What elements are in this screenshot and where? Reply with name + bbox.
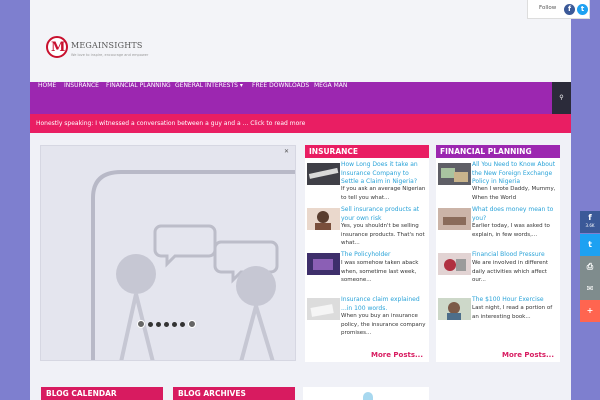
blog-archives-heading: BLOG ARCHIVES [173,387,295,400]
financial-planning-widget: FINANCIAL PLANNING All You Need to Know … [436,145,560,362]
cloud-icon [363,392,373,400]
slider-dot[interactable] [172,321,177,327]
nav-item-label: GENERAL INTERESTS [175,82,238,89]
slider-dot[interactable] [148,321,153,327]
logo-tagline: We love to inspire, encourage and empowe… [71,53,149,57]
post-title[interactable]: What does money mean to you? [472,206,558,223]
post-excerpt: When I wrote Daddy, Mummy, When the Worl… [472,186,556,201]
nav-item-free-downloads[interactable]: FREE DOWNLOADS [252,82,309,114]
post-title[interactable]: Sell insurance products at your own risk [341,206,427,223]
nav-item-financial-planning[interactable]: FINANCIAL PLANNING [106,82,171,114]
post-excerpt: Last night, I read a portion of an inter… [472,305,553,320]
post-excerpt: When you buy an insurance policy, the in… [341,313,426,336]
search-icon: ⚲ [559,94,564,101]
post-excerpt: We are involved in different daily activ… [472,260,549,283]
site-header: M MEGAINSIGHTS We love to inspire, encou… [30,0,571,82]
page: M MEGAINSIGHTS We love to inspire, encou… [30,0,571,400]
financial-planning-widget-title: FINANCIAL PLANNING [436,145,560,158]
twitter-icon[interactable]: t [577,4,588,15]
post-thumbnail [307,253,340,275]
post-excerpt: Yes, you shouldn't be selling insurance … [341,223,425,246]
post-thumbnail [307,298,340,320]
post-title[interactable]: How Long Does it take an Insurance Compa… [341,161,427,187]
list-item[interactable]: All You Need to Know About the New Forei… [436,161,556,206]
share-more-button[interactable]: + [580,300,600,322]
post-thumbnail [438,208,471,230]
blog-calendar-heading: BLOG CALENDAR [41,387,163,400]
list-item[interactable]: How Long Does it take an Insurance Compa… [305,161,425,206]
slider-illustration [41,146,295,360]
post-excerpt: Earlier today, I was asked to explain, i… [472,223,550,238]
list-item[interactable]: Insurance claim explained ...in 100 word… [305,296,425,341]
nav-item-general-interests[interactable]: GENERAL INTERESTS ▾ [175,82,243,114]
post-excerpt: If you ask an average Nigerian to tell y… [341,186,426,201]
follow-label: Follow [539,5,557,11]
insurance-widget: INSURANCE How Long Does it take an Insur… [305,145,429,362]
email-button[interactable]: ✉ [580,278,600,300]
print-button[interactable]: ⎙ [580,256,600,278]
list-item[interactable]: Sell insurance products at your own risk… [305,206,425,251]
post-thumbnail [307,208,340,230]
post-thumbnail [438,163,471,185]
post-title[interactable]: All You Need to Know About the New Forei… [472,161,558,187]
chevron-down-icon: ▾ [239,82,243,89]
nav-item-insurance[interactable]: INSURANCE [64,82,99,114]
facebook-icon: f [588,213,592,222]
twitter-icon: t [588,240,592,249]
site-logo[interactable]: M MEGAINSIGHTS We love to inspire, encou… [46,36,156,72]
bottom-widget [303,387,429,400]
share-count: 3.6K [585,223,595,228]
slider-dot[interactable] [164,321,169,327]
more-posts-link[interactable]: More Posts... [502,351,554,359]
nav-item-home[interactable]: HOME [38,82,56,114]
post-thumbnail [307,163,340,185]
email-icon: ✉ [586,284,594,293]
post-thumbnail [438,253,471,275]
post-thumbnail [438,298,471,320]
slider-dot[interactable] [188,320,196,328]
list-item[interactable]: The Policyholder I was somehow taken aba… [305,251,425,296]
image-slider[interactable]: ✕ [40,145,296,361]
close-icon[interactable]: ✕ [284,148,289,155]
logo-letter: M [51,40,66,55]
post-title[interactable]: Insurance claim explained ...in 100 word… [341,296,427,313]
post-excerpt: I was somehow taken aback when, sometime… [341,260,419,283]
main-nav: HOME INSURANCE FINANCIAL PLANNING GENERA… [30,82,571,114]
slider-dot[interactable] [156,321,161,327]
slider-dot[interactable] [180,321,185,327]
slider-pagination [137,320,196,328]
facebook-icon[interactable]: f [564,4,575,15]
print-icon: ⎙ [586,262,594,271]
insurance-widget-title: INSURANCE [305,145,429,158]
search-button[interactable]: ⚲ [552,82,571,114]
slider-dot[interactable] [137,320,145,328]
news-ticker[interactable]: Honestly speaking: I witnessed a convers… [30,114,571,133]
nav-item-mega-man[interactable]: MEGA MAN [314,82,347,114]
follow-bar: Follow f t [527,0,590,19]
list-item[interactable]: The $100 Hour Exercise Last night, I rea… [436,296,556,341]
logo-emblem: M [46,36,68,58]
list-item[interactable]: What does money mean to you? Earlier tod… [436,206,556,251]
more-posts-link[interactable]: More Posts... [371,351,423,359]
logo-name: MEGAINSIGHTS [71,41,143,50]
plus-icon: + [586,306,594,315]
list-item[interactable]: Financial Blood Pressure We are involved… [436,251,556,296]
share-facebook-button[interactable]: f 3.6K [580,211,600,233]
share-twitter-button[interactable]: t [580,234,600,256]
